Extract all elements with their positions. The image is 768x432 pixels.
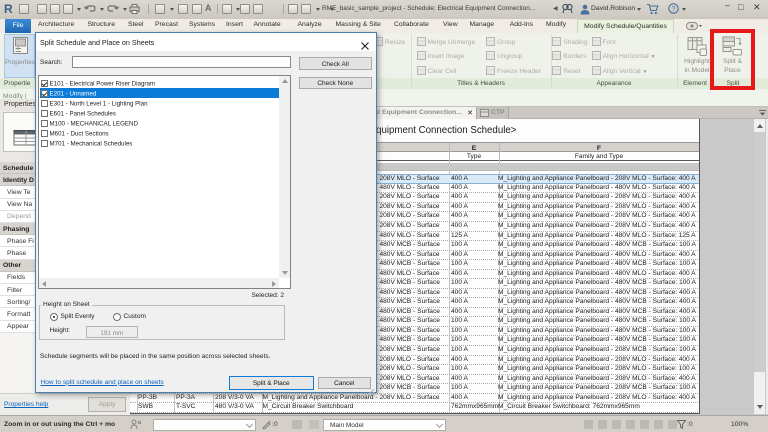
svg-text:?: ? bbox=[671, 4, 675, 13]
